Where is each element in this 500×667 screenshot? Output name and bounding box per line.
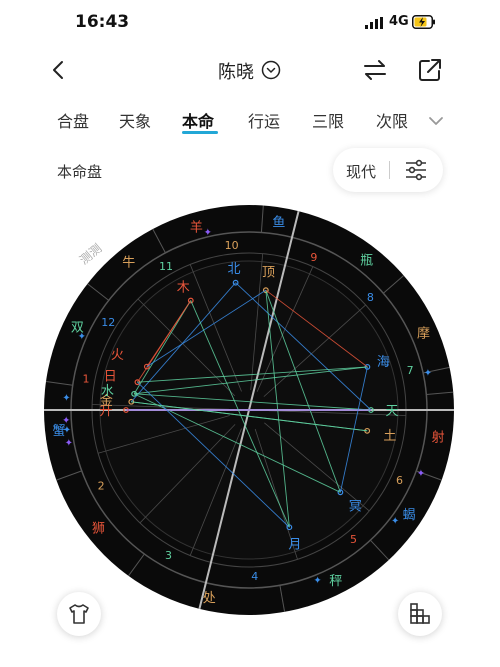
planet-label[interactable]: 冥 [349, 500, 362, 515]
status-time: 16:43 [75, 12, 130, 32]
zodiac-sign-label: 处 [203, 591, 216, 606]
tshirt-icon [69, 604, 89, 624]
chart-section-label: 本命盘 [57, 163, 103, 181]
zodiac-sign-label: 秤 [329, 574, 342, 589]
swap-arrows-icon[interactable] [362, 58, 388, 82]
planet-label[interactable]: 北 [228, 262, 241, 277]
active-tab-indicator [182, 131, 218, 134]
house-number: 8 [367, 291, 374, 304]
tab-transit[interactable]: 行运 [248, 108, 280, 132]
house-number: 2 [98, 479, 105, 492]
house-number: 9 [310, 251, 317, 264]
house-number: 3 [165, 549, 172, 562]
tshirt-button[interactable] [57, 592, 101, 636]
planet-label[interactable]: 水 [101, 384, 114, 399]
network-label: 4G [389, 14, 409, 29]
tab-tertiary-progression[interactable]: 三限 [312, 108, 344, 132]
house-number: 6 [396, 474, 403, 487]
chart-type-tabs: 合盘 天象 本命 行运 三限 次限 [0, 100, 500, 140]
sparkle-marker: ✦ [204, 228, 212, 239]
zodiac-sign-label: 羊 [190, 219, 203, 235]
sparkle-marker: ✦ [424, 368, 432, 379]
chevron-down-icon[interactable] [427, 114, 445, 128]
bar-blocks-icon [410, 603, 430, 624]
sparkle-marker: ✦ [313, 576, 321, 587]
watermark-text: 测测 [77, 241, 104, 267]
planet-label[interactable]: 月 [288, 537, 301, 552]
pill-divider [389, 161, 390, 179]
zodiac-sign-label: 牛 [122, 256, 135, 271]
planet-label[interactable]: 日 [104, 369, 117, 384]
profile-name-title[interactable]: 陈晓 [218, 58, 254, 84]
status-bar: 16:43 4G [0, 0, 500, 44]
sparkle-marker: ✦ [78, 332, 86, 343]
sparkle-marker: ✦ [63, 425, 71, 436]
sparkle-marker: ✦ [62, 393, 70, 404]
planet-label[interactable]: 顶 [262, 265, 275, 280]
signal-icon [365, 17, 383, 29]
natal-chart-wheel[interactable]: 羊牛双蟹狮处秤蝎射摩瓶鱼123456789101112✦✦✦✦✦✦✦✦✦✦测测北… [44, 205, 454, 615]
planet-label[interactable]: 木 [177, 280, 190, 295]
back-arrow-icon[interactable] [47, 58, 71, 82]
planet-label[interactable]: 海 [377, 355, 390, 370]
zodiac-sign-label: 蝎 [403, 508, 416, 523]
planet-label[interactable]: 火 [111, 348, 124, 363]
planet-label[interactable]: 土 [383, 429, 396, 444]
share-export-icon[interactable] [417, 57, 443, 83]
house-number: 10 [225, 239, 239, 252]
tab-synastry[interactable]: 合盘 [57, 108, 89, 132]
house-number: 7 [407, 364, 414, 377]
chevron-down-circle-icon[interactable] [261, 60, 281, 80]
navigation-bar: 陈晓 [0, 48, 500, 92]
house-number: 5 [350, 533, 357, 546]
house-number: 12 [101, 316, 115, 329]
zodiac-sign-label: 狮 [92, 522, 105, 537]
zodiac-sign-label: 摩 [417, 325, 430, 341]
house-number: 11 [159, 260, 173, 273]
house-number: 4 [251, 570, 258, 583]
statistics-button[interactable] [398, 592, 442, 636]
zodiac-sign-label: 鱼 [272, 214, 285, 230]
zodiac-sign-label: 瓶 [360, 253, 373, 268]
sparkle-marker: ✦ [417, 469, 425, 480]
house-number: 1 [83, 372, 90, 385]
tab-natal[interactable]: 本命 [182, 108, 214, 132]
sparkle-marker: ✦ [391, 516, 399, 527]
sparkle-marker: ✦ [65, 438, 73, 449]
planet-label[interactable]: 天 [385, 404, 398, 419]
sliders-settings-icon[interactable] [404, 159, 428, 181]
tab-sky-transit[interactable]: 天象 [119, 108, 151, 132]
tab-secondary-progression[interactable]: 次限 [376, 108, 408, 132]
astrology-mode-toggle[interactable]: 现代 [346, 161, 376, 182]
battery-charging-icon [412, 15, 435, 29]
zodiac-sign-label: 射 [432, 430, 445, 446]
chart-mode-pill: 现代 [333, 148, 443, 192]
